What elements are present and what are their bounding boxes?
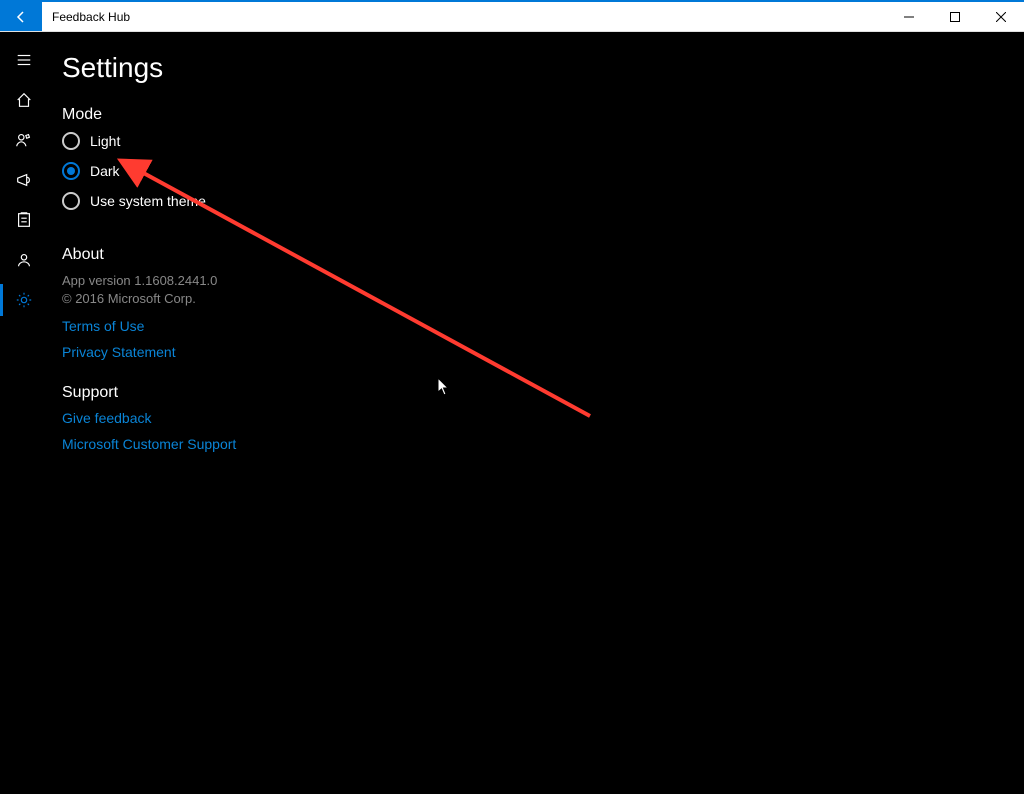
radio-system-theme[interactable]: Use system theme [62, 192, 1010, 210]
link-customer-support[interactable]: Microsoft Customer Support [62, 436, 1010, 452]
sidebar-item-quests[interactable] [0, 200, 48, 240]
sidebar-item-announcements[interactable] [0, 160, 48, 200]
page-title: Settings [62, 52, 1010, 84]
section-heading-about: About [62, 246, 1010, 264]
sidebar-item-feedback[interactable] [0, 120, 48, 160]
content-area: Settings Mode Light Dark Use system them… [48, 32, 1024, 794]
link-give-feedback[interactable]: Give feedback [62, 410, 1010, 426]
window-title: Feedback Hub [42, 2, 886, 31]
about-version: App version 1.1608.2441.0 [62, 272, 1010, 290]
link-privacy-statement[interactable]: Privacy Statement [62, 344, 1010, 360]
radio-light[interactable]: Light [62, 132, 1010, 150]
radio-icon [62, 192, 80, 210]
titlebar: Feedback Hub [0, 0, 1024, 32]
sidebar-item-profile[interactable] [0, 240, 48, 280]
minimize-button[interactable] [886, 2, 932, 31]
radio-icon [62, 162, 80, 180]
sidebar-item-settings[interactable] [0, 280, 48, 320]
close-button[interactable] [978, 2, 1024, 31]
link-terms-of-use[interactable]: Terms of Use [62, 318, 1010, 334]
sidebar [0, 32, 48, 794]
radio-label: Use system theme [90, 193, 206, 209]
window-controls [886, 2, 1024, 31]
radio-dark[interactable]: Dark [62, 162, 1010, 180]
back-button[interactable] [0, 2, 42, 31]
sidebar-item-home[interactable] [0, 80, 48, 120]
radio-label: Dark [90, 163, 120, 179]
radio-label: Light [90, 133, 120, 149]
section-heading-mode: Mode [62, 106, 1010, 124]
section-heading-support: Support [62, 384, 1010, 402]
about-copyright: © 2016 Microsoft Corp. [62, 290, 1010, 308]
hamburger-menu-button[interactable] [0, 40, 48, 80]
radio-icon [62, 132, 80, 150]
maximize-button[interactable] [932, 2, 978, 31]
